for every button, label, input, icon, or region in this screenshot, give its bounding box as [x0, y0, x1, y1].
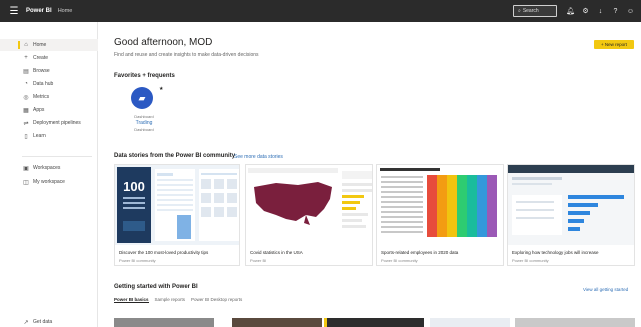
story-source: Power BI community: [512, 258, 549, 263]
sidebar-item-label: Metrics: [33, 94, 50, 100]
tutorial-thumbnail[interactable]: [324, 318, 424, 327]
metrics-icon: ◎: [23, 94, 29, 101]
top-icons: 🔔︎ ⚙ ↓ ? ☺: [566, 4, 635, 18]
tutorial-thumbnail[interactable]: [114, 318, 214, 327]
story-caption: Exploring how technology jobs will incre…: [512, 250, 599, 255]
app-brand[interactable]: Power BI: [26, 8, 52, 14]
sidebar-item-data-hub[interactable]: ◔ Data hub: [0, 78, 98, 90]
story-source: Power BI community: [119, 258, 156, 263]
story-thumbnail: [246, 165, 372, 245]
sidebar-item-label: Browse: [33, 68, 50, 74]
home-icon: ⌂: [24, 42, 28, 48]
sidebar-item-deployment-pipelines[interactable]: ⇌ Deployment pipelines: [0, 117, 98, 129]
favorite-meta: Dashboard: [134, 127, 154, 132]
apps-icon: ▦: [23, 107, 29, 114]
story-caption: Sports-related employees in 2020 data: [381, 250, 459, 255]
sidebar-item-home[interactable]: ⌂ Home: [0, 39, 98, 51]
top-bar: ☰ Power BI Home ⌕ Search 🔔︎ ⚙ ↓ ? ☺: [0, 0, 641, 22]
sidebar-item-label: Deployment pipelines: [33, 120, 81, 126]
story-caption: Discover the 100 most-loved productivity…: [119, 250, 209, 255]
sidebar-item-label: Create: [33, 55, 49, 61]
story-thumbnail: 100: [115, 165, 239, 245]
getting-started-title: Getting started with Power BI: [114, 284, 198, 290]
story-thumbnail: [377, 165, 503, 245]
sidebar-item-label: Data hub: [33, 81, 54, 87]
bell-icon[interactable]: 🔔︎: [566, 4, 575, 18]
sidebar-item-label: My workspace: [33, 179, 65, 185]
help-icon[interactable]: ?: [611, 4, 620, 18]
sidebar-item-browse[interactable]: ▤ Browse: [0, 65, 98, 77]
search-input[interactable]: ⌕ Search: [513, 5, 557, 17]
sidebar-item-metrics[interactable]: ◎ Metrics: [0, 91, 98, 103]
sidebar: ⌂ Home + Create ▤ Browse ◔ Data hub ◎ Me…: [0, 22, 98, 327]
sidebar-item-label: Learn: [33, 133, 46, 139]
gear-icon[interactable]: ⚙: [581, 4, 590, 18]
story-1-number: 100: [123, 179, 145, 194]
getting-started-link[interactable]: View all getting started: [583, 287, 628, 292]
search-placeholder: Search: [522, 8, 539, 14]
sidebar-item-learn[interactable]: ▯ Learn: [0, 130, 98, 142]
data-hub-icon: ◔: [24, 81, 28, 87]
tab-desktop-reports[interactable]: Power BI Desktop reports: [191, 297, 242, 303]
favorite-name[interactable]: Trading: [120, 120, 168, 126]
story-2-image: [246, 165, 372, 245]
pipeline-icon: ⇌: [23, 120, 29, 127]
story-source: Power BI: [250, 258, 267, 263]
story-4-image: [508, 165, 634, 245]
stories-title: Data stories from the Power BI community: [114, 153, 236, 159]
sidebar-item-get-data[interactable]: ↗ Get data: [0, 316, 98, 327]
sidebar-item-label: Workspaces: [33, 165, 61, 171]
stories-link[interactable]: See more data stories: [234, 154, 283, 160]
browse-icon: ▤: [23, 68, 29, 75]
breadcrumb: Home: [57, 8, 73, 14]
page-subtitle: Find and reuse and create insights to ma…: [114, 52, 259, 58]
smile-icon[interactable]: ☺: [626, 4, 635, 18]
tutorial-thumbnail[interactable]: [515, 318, 635, 327]
favorite-kind: Dashboard: [134, 114, 154, 119]
story-thumbnail: [508, 165, 634, 245]
my-workspace-icon: ◫: [23, 179, 29, 186]
tab-sample-reports[interactable]: Sample reports: [155, 297, 186, 303]
story-card[interactable]: Exploring how technology jobs will incre…: [507, 164, 635, 266]
download-icon[interactable]: ↓: [596, 4, 605, 18]
tutorial-thumbnail[interactable]: [232, 318, 322, 327]
page-title: Good afternoon, MOD: [114, 37, 213, 48]
sidebar-item-my-workspace[interactable]: ◫ My workspace: [0, 176, 98, 188]
search-icon: ⌕: [518, 8, 521, 14]
favorite-card[interactable]: ▰ ★ Dashboard Trading Dashboard: [120, 82, 168, 138]
sidebar-item-create[interactable]: + Create: [0, 52, 98, 64]
story-3-image: [377, 165, 503, 245]
story-1-image: 100: [115, 165, 239, 245]
dashboard-icon: ▰: [131, 87, 153, 109]
sidebar-item-apps[interactable]: ▦ Apps: [0, 104, 98, 116]
story-card[interactable]: Sports-related employees in 2020 data Po…: [376, 164, 504, 266]
favorites-title[interactable]: Favorites + frequents: [114, 73, 175, 79]
sidebar-divider: [22, 156, 92, 157]
new-report-button[interactable]: + New report: [594, 40, 634, 49]
sidebar-item-label: Home: [33, 42, 47, 48]
learn-icon: ▯: [24, 133, 28, 140]
sidebar-item-workspaces[interactable]: ▣ Workspaces: [0, 162, 98, 174]
tutorial-thumbnail[interactable]: [430, 318, 510, 327]
get-data-icon: ↗: [23, 319, 29, 326]
tab-power-bi-basics[interactable]: Power BI basics: [114, 297, 149, 303]
sidebar-item-label: Apps: [33, 107, 45, 113]
story-caption: Covid statistics in the USA: [250, 250, 303, 255]
sidebar-item-label: Get data: [33, 319, 53, 325]
getting-started-tabs: Power BI basics Sample reports Power BI …: [114, 297, 242, 303]
workspaces-icon: ▣: [23, 165, 29, 172]
story-card[interactable]: 100 Discover the 100 most-loved producti…: [114, 164, 240, 266]
star-icon[interactable]: ★: [159, 86, 163, 92]
app-launcher-icon[interactable]: ☰: [6, 3, 22, 19]
create-icon: +: [24, 55, 28, 61]
story-source: Power BI community: [381, 258, 418, 263]
story-card[interactable]: Covid statistics in the USA Power BI: [245, 164, 373, 266]
